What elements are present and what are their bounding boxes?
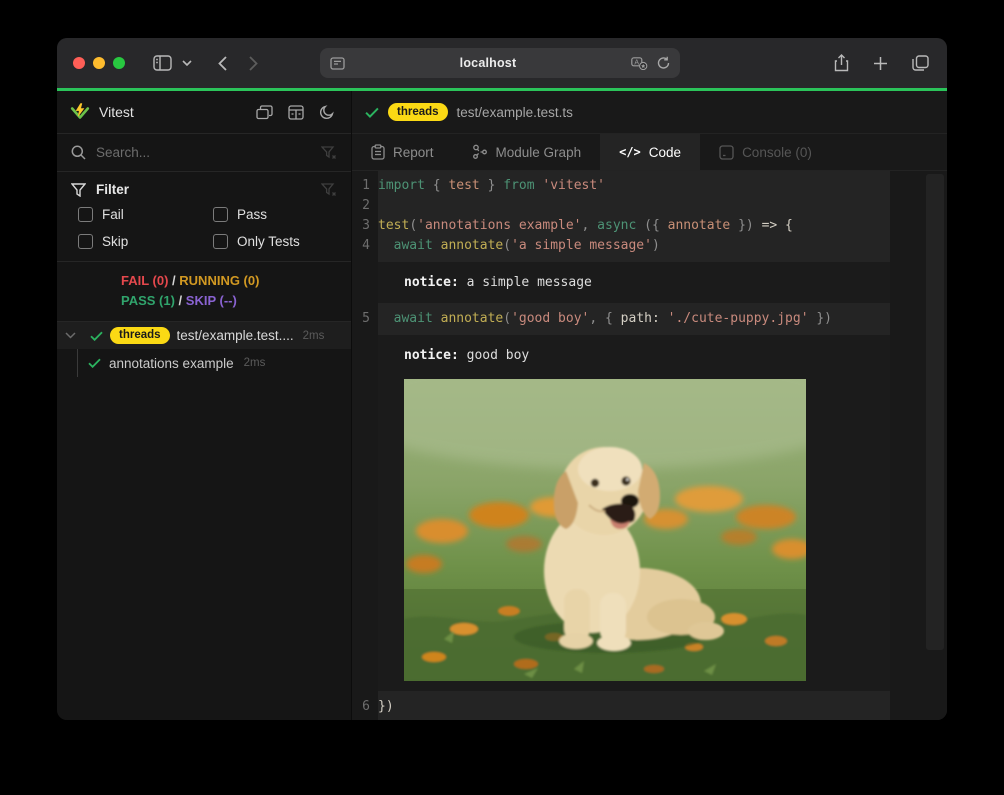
close-window-button[interactable]: [73, 57, 85, 69]
share-icon: [834, 54, 849, 72]
skip-count: SKIP (--): [186, 293, 237, 308]
pool-badge: threads: [110, 327, 170, 344]
code-line: 3 test('annotations example', async ({ a…: [352, 216, 947, 236]
chevron-down-icon: [182, 60, 192, 66]
scrollbar-thumb[interactable]: [926, 174, 944, 650]
tab-group-chevron-button[interactable]: [178, 56, 196, 70]
tree-test-name: annotations example: [109, 356, 234, 371]
filter-option-only-tests[interactable]: Only Tests: [206, 234, 337, 249]
code-editor[interactable]: 1 import { test } from 'vitest' 2 3 test…: [352, 171, 947, 720]
sidebar-toggle-button[interactable]: [149, 51, 176, 75]
running-count: RUNNING (0): [179, 273, 259, 288]
chevron-left-icon: [218, 56, 227, 71]
page-icon: [330, 57, 345, 70]
moon-icon: [319, 104, 335, 120]
check-icon: [90, 331, 103, 341]
tab-report[interactable]: Report: [352, 134, 453, 170]
clear-filter-icon[interactable]: [321, 183, 337, 197]
annotation-notice: notice: a simple message: [378, 262, 890, 303]
checkbox[interactable]: [213, 234, 228, 249]
search-bar: [57, 134, 351, 172]
toolbar-right-cluster: [830, 38, 933, 88]
sidebar-icon: [153, 55, 172, 71]
check-icon: [88, 358, 101, 368]
checkbox[interactable]: [78, 207, 93, 222]
tree-test-row[interactable]: annotations example 2ms: [77, 349, 351, 377]
funnel-icon: [71, 183, 86, 197]
checkbox[interactable]: [78, 234, 93, 249]
sidebar-header: Vitest: [57, 91, 351, 134]
open-file-name: test/example.test.ts: [457, 105, 573, 120]
sidebar: Vitest Filter: [57, 91, 352, 720]
address-text: localhost: [345, 56, 631, 70]
dark-mode-toggle-button[interactable]: [316, 101, 338, 123]
filter-header: Filter: [71, 182, 337, 197]
annotation-notice: notice: good boy: [378, 335, 890, 691]
tab-code[interactable]: </> Code: [600, 134, 700, 170]
address-bar[interactable]: localhost A: [320, 48, 680, 78]
checkbox[interactable]: [213, 207, 228, 222]
code-line: 4 await annotate('a simple message'): [352, 236, 947, 256]
tabs-overview-icon: [912, 55, 929, 71]
main-panel: threads test/example.test.ts Report Modu…: [352, 91, 947, 720]
forward-button[interactable]: [245, 52, 262, 75]
filter-title: Filter: [96, 182, 311, 197]
new-tab-button[interactable]: [869, 52, 892, 75]
dashboard-button[interactable]: [285, 102, 307, 123]
filter-option-pass[interactable]: Pass: [206, 207, 337, 222]
svg-text:A: A: [634, 59, 639, 66]
status-line-2: PASS (1) / SKIP (--): [121, 291, 351, 311]
dashboard-icon: [288, 105, 304, 120]
console-icon: [719, 145, 734, 160]
code-icon: </>: [619, 145, 641, 159]
pass-count: PASS (1): [121, 293, 175, 308]
code-line: 2: [352, 196, 947, 216]
filter-option-fail[interactable]: Fail: [71, 207, 202, 222]
pool-badge: threads: [388, 103, 448, 120]
filter-option-skip[interactable]: Skip: [71, 234, 202, 249]
minimize-window-button[interactable]: [93, 57, 105, 69]
traffic-lights: [73, 57, 125, 69]
report-icon: [371, 144, 385, 160]
code-line: 1 import { test } from 'vitest': [352, 176, 947, 196]
tab-console[interactable]: Console (0): [700, 134, 831, 170]
chevron-right-icon: [249, 56, 258, 71]
module-graph-icon: [472, 144, 488, 160]
clear-search-filter-icon[interactable]: [321, 146, 337, 160]
translate-icon[interactable]: A: [631, 57, 648, 70]
fail-count: FAIL (0): [121, 273, 168, 288]
share-button[interactable]: [830, 50, 853, 76]
app-content: Vitest Filter: [57, 91, 947, 720]
plus-icon: [873, 56, 888, 71]
search-input[interactable]: [96, 145, 311, 160]
file-header: threads test/example.test.ts: [352, 91, 947, 134]
tree-test-duration: 2ms: [244, 357, 266, 369]
code-line: 6 }): [352, 697, 947, 717]
zoom-window-button[interactable]: [113, 57, 125, 69]
reload-icon[interactable]: [657, 56, 670, 70]
annotation-attachment-image[interactable]: [404, 379, 806, 681]
vitest-logo-icon: [70, 102, 90, 122]
back-button[interactable]: [214, 52, 231, 75]
code-line: 5 await annotate('good boy', { path: './…: [352, 309, 947, 329]
browser-toolbar: localhost A: [57, 38, 947, 88]
test-status-summary: FAIL (0) / RUNNING (0) PASS (1) / SKIP (…: [57, 262, 351, 322]
tree-file-row[interactable]: threads test/example.test.... 2ms: [57, 322, 351, 349]
tab-overview-button[interactable]: [908, 51, 933, 75]
status-line-1: FAIL (0) / RUNNING (0): [121, 271, 351, 291]
tree-file-name: test/example.test....: [177, 328, 294, 343]
app-title: Vitest: [99, 104, 244, 120]
filter-section: Filter Fail Pass Skip: [57, 172, 351, 262]
tab-bar: Report Module Graph </> Code Console (0): [352, 134, 947, 171]
chevron-down-icon[interactable]: [65, 332, 76, 339]
filter-options: Fail Pass Skip Only Tests: [71, 207, 337, 249]
search-icon: [71, 145, 86, 160]
check-icon: [365, 107, 379, 118]
windows-stack-icon: [256, 105, 273, 120]
windows-stack-button[interactable]: [253, 102, 276, 123]
tree-file-duration: 2ms: [303, 330, 325, 342]
tab-module-graph[interactable]: Module Graph: [453, 134, 601, 170]
code-line: 7: [352, 717, 947, 720]
browser-window: localhost A Vitest: [57, 38, 947, 720]
